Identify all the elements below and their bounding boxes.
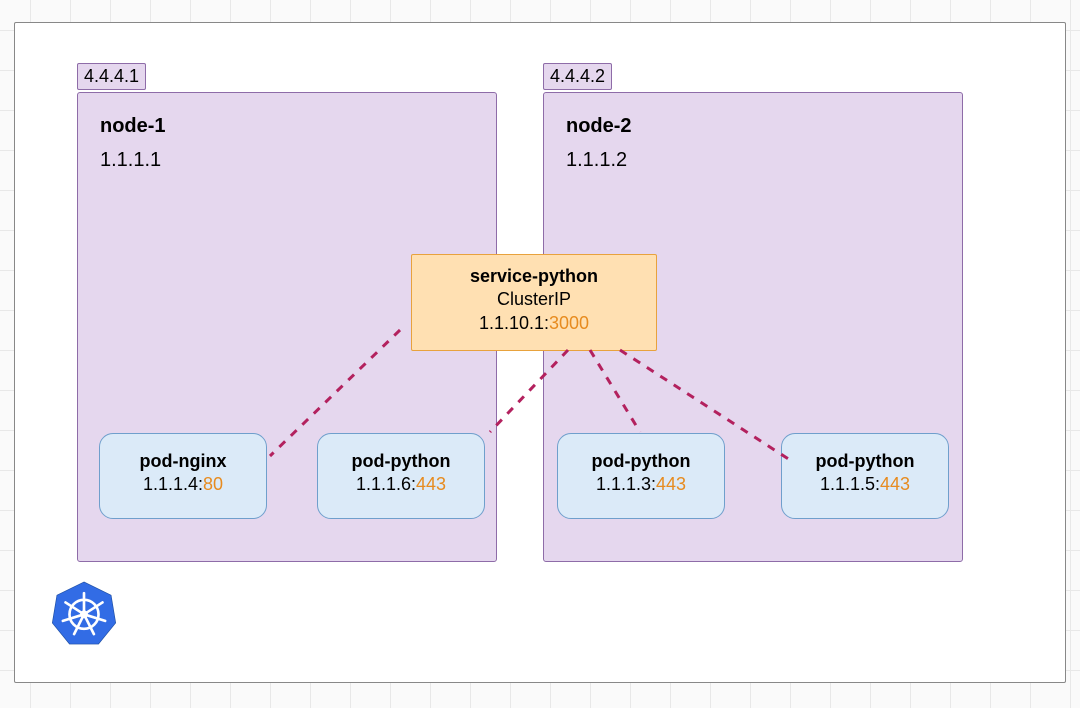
node-2-ip: 1.1.1.2 [566,149,627,172]
node-2-external-ip: 4.4.4.2 [543,63,612,90]
service-endpoint: 1.1.10.1:3000 [412,312,656,335]
pod-python-3-name: pod-python [782,450,948,473]
node-1-external-ip: 4.4.4.1 [77,63,146,90]
service-type: ClusterIP [412,288,656,311]
pod-python-2-name: pod-python [558,450,724,473]
pod-nginx-ip: 1.1.1.4 [143,474,198,494]
pod-python-3-endpoint: 1.1.1.5:443 [782,473,948,496]
pod-python-2-port: 443 [656,474,686,494]
node-1-title: node-1 [100,115,166,138]
node-1-ip: 1.1.1.1 [100,149,161,172]
pod-python-2-box: pod-python 1.1.1.3:443 [557,433,725,519]
pod-python-2-ip: 1.1.1.3 [596,474,651,494]
pod-python-2-endpoint: 1.1.1.3:443 [558,473,724,496]
pod-python-3-port: 443 [880,474,910,494]
pod-nginx-name: pod-nginx [100,450,266,473]
service-name: service-python [412,265,656,288]
pod-python-1-name: pod-python [318,450,484,473]
pod-python-1-box: pod-python 1.1.1.6:443 [317,433,485,519]
pod-nginx-box: pod-nginx 1.1.1.4:80 [99,433,267,519]
node-2-title: node-2 [566,115,632,138]
kubernetes-logo-icon [51,580,117,646]
pod-python-1-ip: 1.1.1.6 [356,474,411,494]
pod-python-1-port: 443 [416,474,446,494]
diagram-panel: node-1 1.1.1.1 4.4.4.1 node-2 1.1.1.2 4.… [14,22,1066,683]
pod-python-1-endpoint: 1.1.1.6:443 [318,473,484,496]
pod-python-3-ip: 1.1.1.5 [820,474,875,494]
service-ip: 1.1.10.1 [479,313,544,333]
pod-nginx-port: 80 [203,474,223,494]
service-port: 3000 [549,313,589,333]
pod-nginx-endpoint: 1.1.1.4:80 [100,473,266,496]
service-box: service-python ClusterIP 1.1.10.1:3000 [411,254,657,351]
pod-python-3-box: pod-python 1.1.1.5:443 [781,433,949,519]
